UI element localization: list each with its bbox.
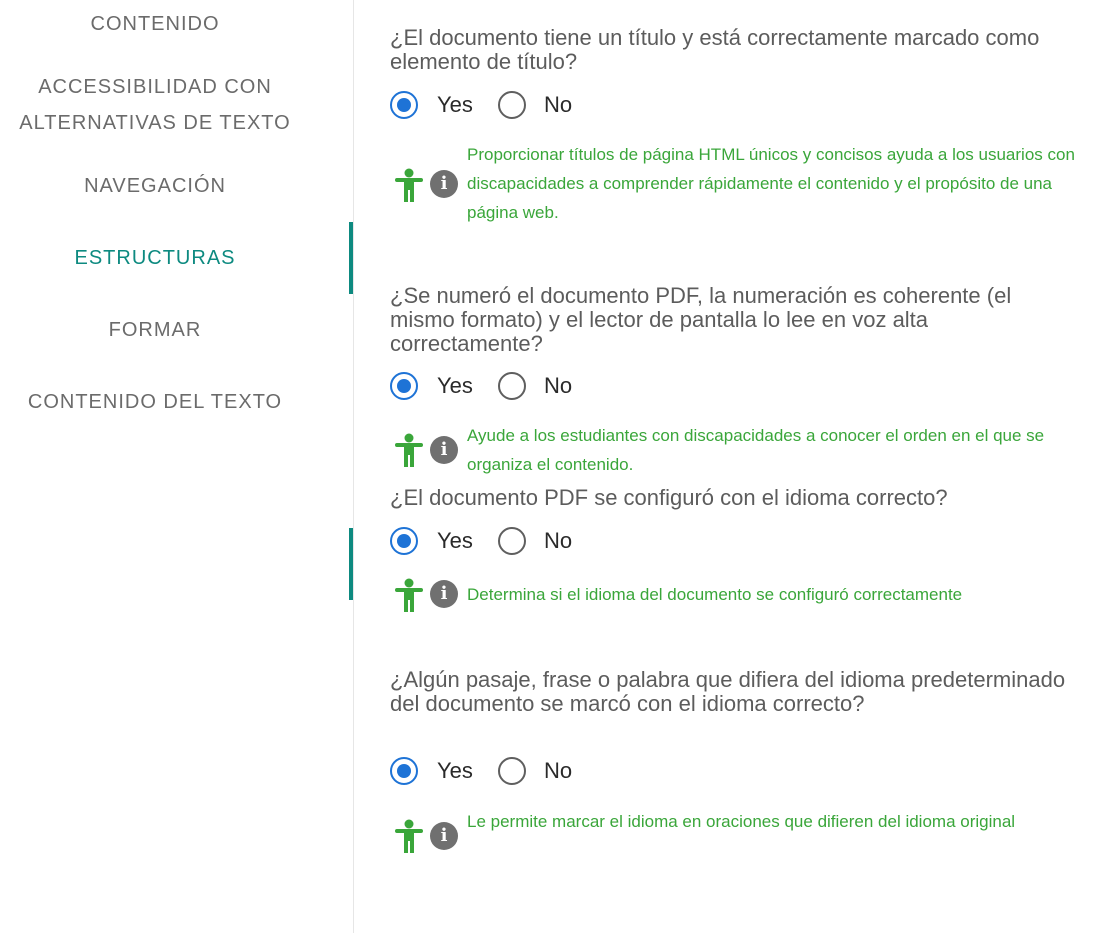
question-text: ¿Algún pasaje, frase o palabra que difie… xyxy=(390,667,1066,716)
question-block: ¿El documento PDF se configuró con el id… xyxy=(390,485,1070,612)
scroll-position-indicator xyxy=(349,528,353,600)
sidebar-item-formar[interactable]: FORMAR xyxy=(0,312,310,348)
sidebar-item-navegacion[interactable]: NAVEGACIÓN xyxy=(0,168,310,204)
no-label[interactable]: No xyxy=(544,374,572,398)
yes-radio[interactable] xyxy=(390,91,418,119)
no-label[interactable]: No xyxy=(544,759,572,783)
yes-label[interactable]: Yes xyxy=(437,374,473,398)
info-icon[interactable]: i xyxy=(430,170,458,198)
yes-radio[interactable] xyxy=(390,757,418,785)
no-radio[interactable] xyxy=(498,372,526,400)
no-radio[interactable] xyxy=(498,91,526,119)
info-icon[interactable]: i xyxy=(430,436,458,464)
sidebar-item-estructuras[interactable]: ESTRUCTURAS xyxy=(0,240,310,276)
tip-text: Determina si el idioma del documento se … xyxy=(467,585,963,604)
yes-radio[interactable] xyxy=(390,527,418,555)
accessibility-person-icon xyxy=(395,168,423,202)
yes-label[interactable]: Yes xyxy=(437,529,473,553)
question-text: ¿El documento tiene un título y está cor… xyxy=(390,25,1040,74)
sidebar-nav: CONTENIDO ACCESSIBILIDAD CON ALTERNATIVA… xyxy=(0,0,354,933)
tip-text: Proporcionar títulos de página HTML únic… xyxy=(467,145,1075,222)
sidebar-item-contenido-del-texto[interactable]: CONTENIDO DEL TEXTO xyxy=(0,384,310,420)
question-block: ¿El documento tiene un título y está cor… xyxy=(390,25,1075,222)
question-text: ¿Se numeró el documento PDF, la numeraci… xyxy=(390,283,1012,356)
info-icon[interactable]: i xyxy=(430,580,458,608)
info-icon[interactable]: i xyxy=(430,822,458,850)
accessibility-person-icon xyxy=(395,433,423,467)
tip-text: Le permite marcar el idioma en oraciones… xyxy=(467,812,1016,831)
yes-label[interactable]: Yes xyxy=(437,759,473,783)
tip-text: Ayude a los estudiantes con discapacidad… xyxy=(467,426,1045,474)
sidebar-item-accesibilidad-alternativas-texto[interactable]: ACCESSIBILIDAD CON ALTERNATIVAS DE TEXTO xyxy=(0,69,310,141)
no-radio[interactable] xyxy=(498,527,526,555)
no-radio[interactable] xyxy=(498,757,526,785)
no-label[interactable]: No xyxy=(544,93,572,117)
accessibility-person-icon xyxy=(395,819,423,853)
accessibility-person-icon xyxy=(395,578,423,612)
question-block: ¿Se numeró el documento PDF, la numeraci… xyxy=(390,283,1070,474)
sidebar-item-contenido[interactable]: CONTENIDO xyxy=(0,6,310,42)
no-label[interactable]: No xyxy=(544,529,572,553)
active-section-indicator xyxy=(349,222,353,294)
yes-radio[interactable] xyxy=(390,372,418,400)
question-text: ¿El documento PDF se configuró con el id… xyxy=(390,485,948,510)
question-block: ¿Algún pasaje, frase o palabra que difie… xyxy=(390,667,1070,853)
yes-label[interactable]: Yes xyxy=(437,93,473,117)
